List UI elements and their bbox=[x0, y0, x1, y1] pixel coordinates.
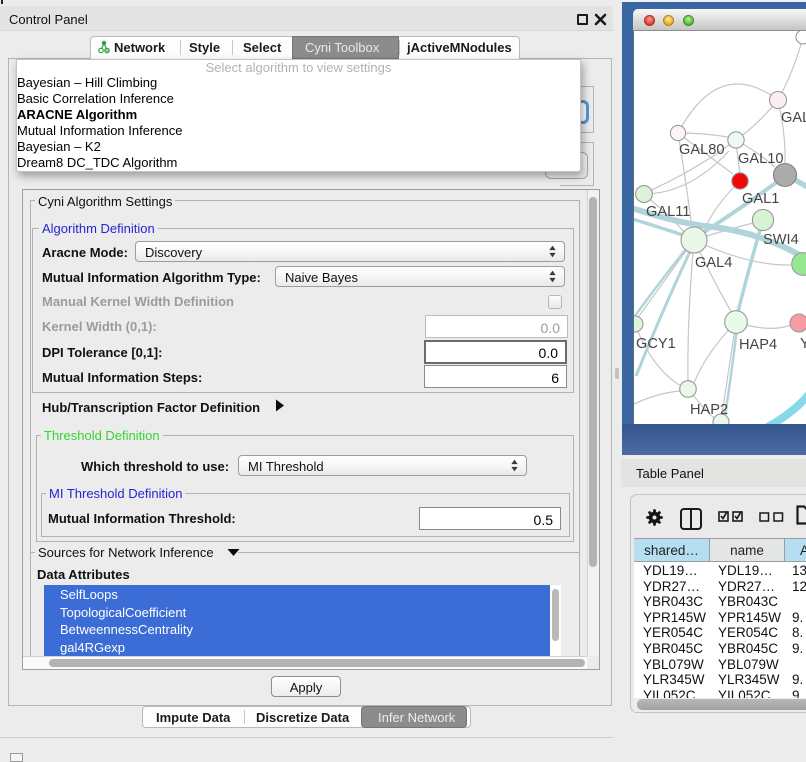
svg-text:Y: Y bbox=[800, 336, 806, 352]
svg-text:SWI4: SWI4 bbox=[763, 232, 799, 248]
svg-text:GAL4: GAL4 bbox=[695, 255, 732, 271]
svg-text:GAL80: GAL80 bbox=[679, 142, 724, 158]
svg-text:GAL10: GAL10 bbox=[738, 151, 783, 167]
svg-text:GAL7: GAL7 bbox=[781, 110, 806, 126]
svg-text:GCY1: GCY1 bbox=[636, 336, 676, 352]
svg-text:GAL1: GAL1 bbox=[742, 191, 779, 207]
svg-text:HAP4: HAP4 bbox=[739, 337, 777, 353]
svg-text:HAP2: HAP2 bbox=[690, 402, 728, 418]
svg-text:GAL11: GAL11 bbox=[646, 204, 690, 220]
